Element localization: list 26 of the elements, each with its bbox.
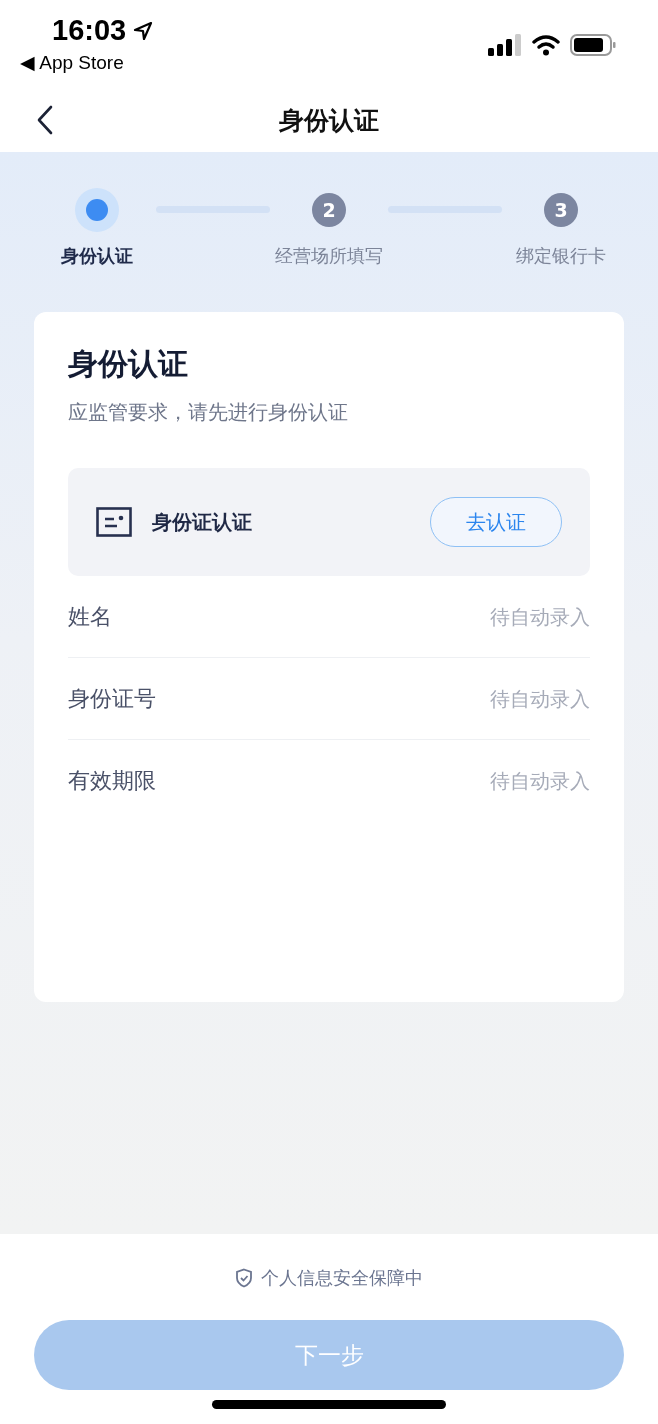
step-label: 绑定银行卡: [516, 244, 606, 268]
battery-icon: [570, 34, 616, 56]
id-card-icon: [96, 507, 132, 537]
step-number: 2: [312, 193, 346, 227]
card-subtitle: 应监管要求，请先进行身份认证: [68, 399, 349, 426]
shield-icon: [235, 1268, 253, 1288]
field-label: 身份证号: [68, 684, 156, 713]
step-label: 经营场所填写: [275, 244, 383, 268]
back-icon[interactable]: [36, 105, 54, 135]
verify-button[interactable]: 去认证: [430, 497, 562, 547]
step-number: 3: [544, 193, 578, 227]
location-arrow-icon: [132, 19, 155, 42]
security-notice: 个人信息安全保障中: [261, 1266, 423, 1290]
wifi-icon: [532, 34, 560, 56]
page-title: 身份认证: [279, 104, 379, 137]
field-input[interactable]: 待自动录入: [440, 604, 590, 629]
signal-icon: [488, 34, 522, 56]
field-label: 姓名: [68, 602, 112, 631]
id-card-label: 身份证认证: [152, 508, 253, 536]
step-label: 身份认证: [61, 244, 133, 268]
status-time: 16:03: [52, 14, 127, 47]
card-title: 身份认证: [68, 345, 189, 383]
field-input[interactable]: 待自动录入: [440, 769, 590, 793]
back-to-app-link[interactable]: ◀ App Store: [20, 51, 155, 74]
field-input[interactable]: 待自动录入: [440, 686, 590, 711]
field-label: 有效期限: [68, 767, 156, 795]
